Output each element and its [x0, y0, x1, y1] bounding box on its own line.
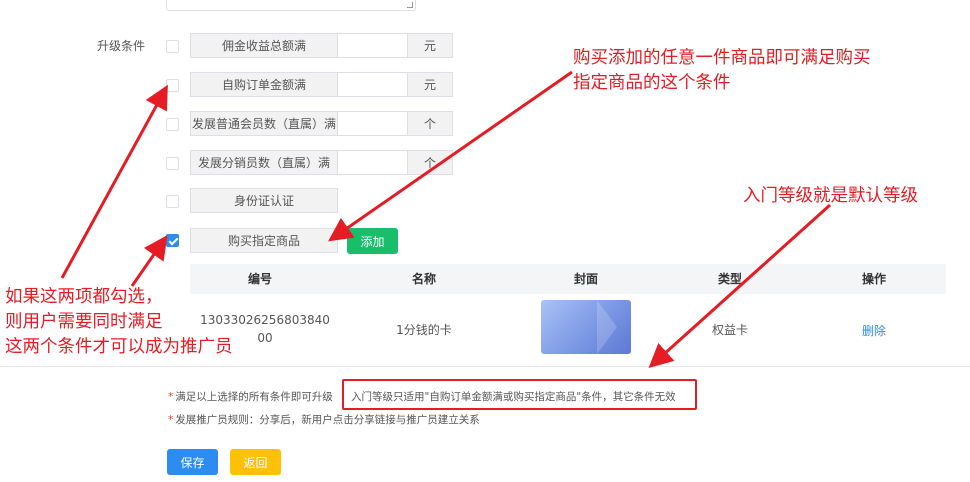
required-star: * — [168, 391, 174, 403]
required-star: * — [168, 414, 174, 426]
self-order-amount-label: 自购订单金额满 — [190, 72, 338, 97]
checkbox-distributor-count[interactable] — [166, 157, 179, 170]
save-button[interactable]: 保存 — [167, 449, 218, 475]
note-line-1-text: 满足以上选择的所有条件即可升级 — [175, 391, 333, 403]
distributor-count-label: 发展分销员数（直属）满 — [190, 150, 338, 175]
checkbox-buy-specified-product[interactable] — [166, 234, 179, 247]
checkbox-self-order-amount[interactable] — [166, 79, 179, 92]
annotation-top-right-line1: 购买添加的任意一件商品即可满足购买 — [573, 48, 871, 68]
member-count-unit: 个 — [408, 111, 453, 136]
annotation-top-right: 购买添加的任意一件商品即可满足购买 指定商品的这个条件 — [573, 46, 871, 96]
description-textarea[interactable] — [166, 0, 416, 11]
checkbox-id-verification[interactable] — [166, 195, 179, 208]
commission-total-input[interactable] — [338, 33, 408, 58]
product-cover-image — [541, 300, 631, 354]
self-order-amount-input[interactable] — [338, 72, 408, 97]
annotation-left: 如果这两项都勾选， 则用户需要同时满足 这两个条件才可以成为推广员 — [5, 285, 233, 360]
resize-grip[interactable] — [407, 2, 413, 8]
col-cover-header: 封面 — [573, 272, 598, 286]
annotation-left-line3: 这两个条件才可以成为推广员 — [5, 337, 233, 357]
checkbox-commission-total[interactable] — [166, 40, 179, 53]
annotation-top-right-line2: 指定商品的这个条件 — [573, 73, 731, 93]
note-highlight-box: 入门等级只适用"自购订单金额满或购买指定商品"条件，其它条件无效 — [342, 379, 697, 410]
self-order-amount-unit: 元 — [408, 72, 453, 97]
back-button[interactable]: 返回 — [230, 449, 281, 475]
upgrade-condition-label: 升级条件 — [97, 39, 146, 53]
distributor-count-input[interactable] — [338, 150, 408, 175]
section-divider — [0, 366, 970, 367]
product-type: 权益卡 — [711, 323, 748, 337]
checkbox-member-count[interactable] — [166, 118, 179, 131]
id-verification-label: 身份证认证 — [190, 188, 338, 213]
annotation-left-line2: 则用户需要同时满足 — [5, 312, 163, 332]
col-action-header: 操作 — [861, 272, 886, 286]
col-name-header: 名称 — [411, 272, 436, 286]
arrow-to-self-order-checkbox — [60, 84, 168, 279]
note-line-2: * 发展推广员规则：分享后，新用户点击分享链接与推广员建立关系 — [168, 412, 480, 427]
note-line-2-text: 发展推广员规则：分享后，新用户点击分享链接与推广员建立关系 — [175, 414, 480, 426]
delete-product-link[interactable]: 删除 — [834, 322, 914, 339]
annotation-left-line1: 如果这两项都勾选， — [5, 287, 163, 307]
add-product-button[interactable]: 添加 — [347, 228, 398, 254]
distributor-count-unit: 个 — [408, 150, 453, 175]
annotation-middle-right: 入门等级就是默认等级 — [743, 186, 918, 206]
commission-total-label: 佣金收益总额满 — [190, 33, 338, 58]
arrow-to-product-checkbox — [130, 235, 168, 287]
note-line-1: * 满足以上选择的所有条件即可升级 — [168, 389, 333, 404]
member-count-input[interactable] — [338, 111, 408, 136]
product-table-header: 编号 名称 封面 类型 操作 — [190, 264, 946, 294]
member-count-label: 发展普通会员数（直属）满 — [190, 111, 338, 136]
buy-specified-product-label: 购买指定商品 — [190, 228, 338, 253]
product-name: 1分钱的卡 — [396, 323, 452, 337]
col-type-header: 类型 — [717, 272, 742, 286]
commission-total-unit: 元 — [408, 33, 453, 58]
note-line-1-boxed: 入门等级只适用"自购订单金额满或购买指定商品"条件，其它条件无效 — [351, 391, 676, 403]
